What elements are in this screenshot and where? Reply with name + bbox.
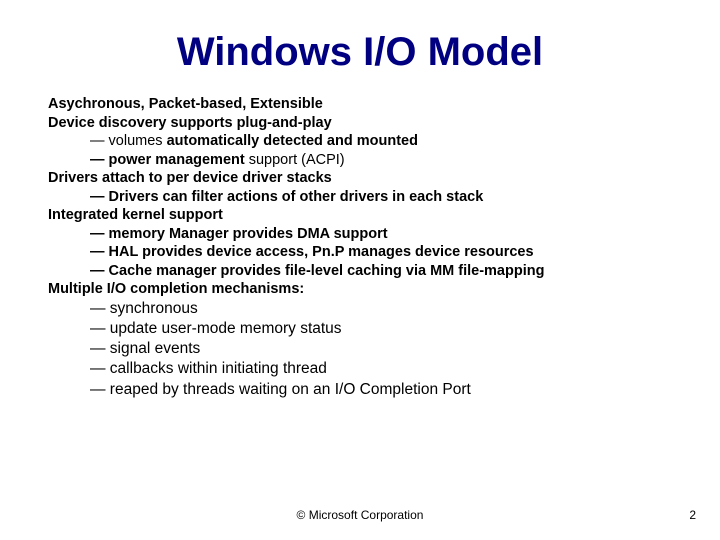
bullet-cache: — Cache manager provides file-level cach… <box>90 262 672 281</box>
bullet-reaped: — reaped by threads waiting on an I/O Co… <box>90 380 672 400</box>
bullet-volumes: — volumes automatically detected and mou… <box>90 132 672 151</box>
bullet-signal: — signal events <box>90 339 672 359</box>
slide-title: Windows I/O Model <box>48 30 672 75</box>
heading-kernel: Integrated kernel support <box>48 206 672 225</box>
text-bold: — power management <box>90 152 249 168</box>
bullet-callbacks: — callbacks within initiating thread <box>90 359 672 379</box>
text: support (ACPI) <box>249 152 345 168</box>
bullet-filter: — Drivers can filter actions of other dr… <box>90 188 672 207</box>
copyright: © Microsoft Corporation <box>0 508 720 522</box>
bullet-update: — update user-mode memory status <box>90 319 672 339</box>
heading-discovery: Device discovery supports plug-and-play <box>48 114 672 133</box>
slide: Windows I/O Model Asychronous, Packet-ba… <box>0 0 720 540</box>
heading-drivers: Drivers attach to per device driver stac… <box>48 169 672 188</box>
bullet-sync: — synchronous <box>90 299 672 319</box>
bullet-power: — power management support (ACPI) <box>90 151 672 170</box>
heading-async: Asychronous, Packet-based, Extensible <box>48 95 672 114</box>
bullet-hal: — HAL provides device access, Pn.P manag… <box>90 243 672 262</box>
bullet-dma: — memory Manager provides DMA support <box>90 225 672 244</box>
page-number: 2 <box>689 508 696 522</box>
text: — volumes <box>90 133 167 149</box>
text-bold: automatically detected and mounted <box>167 133 418 149</box>
heading-completion: Multiple I/O completion mechanisms: <box>48 280 672 299</box>
footer: © Microsoft Corporation 2 <box>0 508 720 522</box>
slide-body: Asychronous, Packet-based, Extensible De… <box>48 95 672 400</box>
